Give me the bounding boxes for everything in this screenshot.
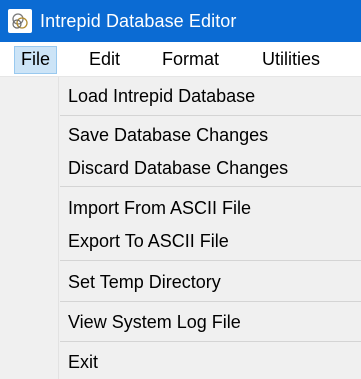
menu-separator xyxy=(60,260,361,261)
menu-item-export-ascii[interactable]: Export To ASCII File xyxy=(68,227,229,255)
title-bar: Intrepid Database Editor xyxy=(0,0,361,42)
menu-item-save-changes[interactable]: Save Database Changes xyxy=(68,121,268,149)
menu-separator xyxy=(60,186,361,187)
app-icon xyxy=(8,9,32,33)
menu-item-import-ascii[interactable]: Import From ASCII File xyxy=(68,194,251,222)
menu-separator xyxy=(60,115,361,116)
menu-bar: File Edit Format Utilities xyxy=(0,42,361,77)
menu-item-discard-changes[interactable]: Discard Database Changes xyxy=(68,154,288,182)
window-title: Intrepid Database Editor xyxy=(40,10,237,31)
menu-item-view-log[interactable]: View System Log File xyxy=(68,308,241,336)
menu-item-exit[interactable]: Exit xyxy=(68,348,98,376)
menu-separator xyxy=(60,341,361,342)
menu-item-load-database[interactable]: Load Intrepid Database xyxy=(68,82,255,110)
file-menu-dropdown: Load Intrepid Database Save Database Cha… xyxy=(0,77,361,379)
menu-gutter-divider xyxy=(58,77,59,379)
menu-utilities[interactable]: Utilities xyxy=(256,46,326,72)
menu-separator xyxy=(60,301,361,302)
menu-edit[interactable]: Edit xyxy=(83,46,126,72)
menu-format[interactable]: Format xyxy=(156,46,225,72)
menu-file[interactable]: File xyxy=(14,46,58,74)
menu-item-set-temp-directory[interactable]: Set Temp Directory xyxy=(68,268,221,296)
